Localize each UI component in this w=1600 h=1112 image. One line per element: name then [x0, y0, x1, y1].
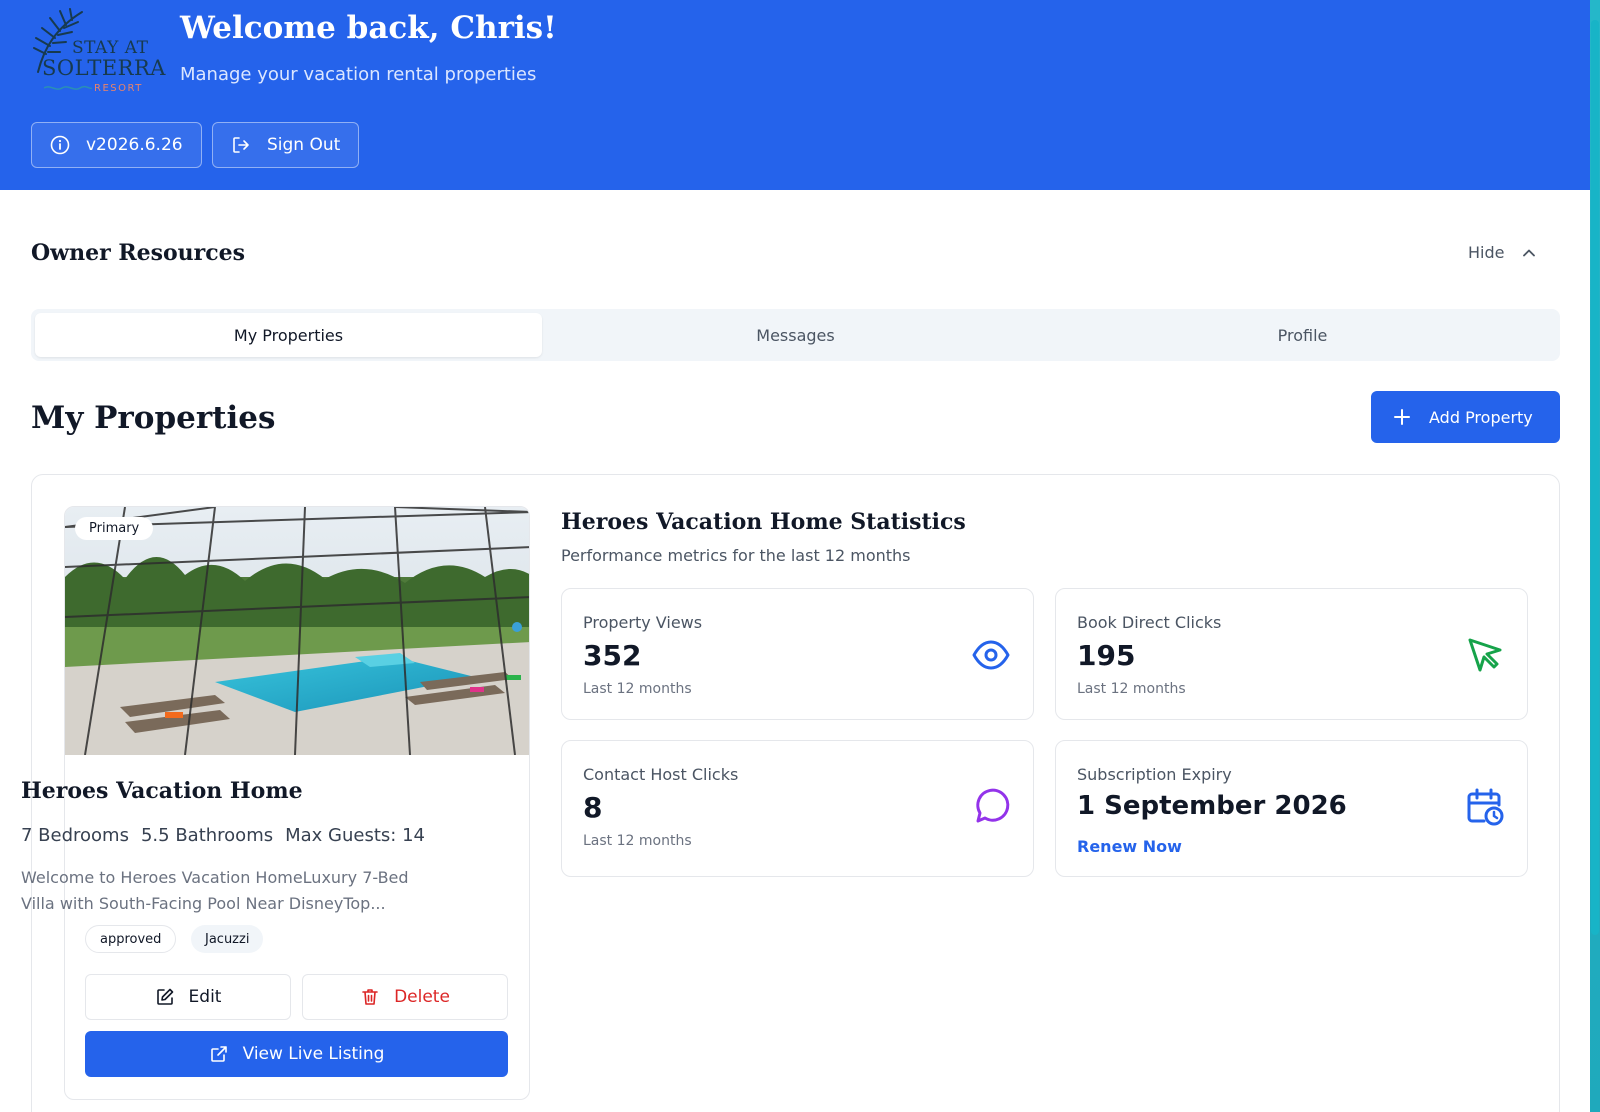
stat-label: Subscription Expiry: [1077, 765, 1232, 784]
stats-title: Heroes Vacation Home Statistics: [561, 509, 966, 535]
add-property-button[interactable]: Add Property: [1371, 391, 1560, 443]
app-header: STAY AT SOLTERRA RESORT Welcome back, Ch…: [0, 0, 1590, 190]
stat-card-book-direct-clicks: Book Direct Clicks 195 Last 12 months: [1055, 588, 1528, 720]
stat-label: Property Views: [583, 613, 703, 632]
calendar-clock-icon: [1467, 788, 1504, 826]
stat-value: 8: [583, 791, 603, 824]
delete-button[interactable]: Delete: [302, 974, 508, 1020]
stat-label: Book Direct Clicks: [1077, 613, 1222, 632]
hide-label: Hide: [1468, 243, 1505, 262]
logo-line-1: STAY AT: [72, 38, 149, 58]
trash-icon: [362, 989, 378, 1005]
edit-button[interactable]: Edit: [85, 974, 291, 1020]
welcome-heading: Welcome back, Chris!: [180, 10, 557, 46]
renew-now-link[interactable]: Renew Now: [1077, 837, 1182, 856]
plus-icon: [1394, 409, 1410, 425]
version-button[interactable]: v2026.6.26: [31, 122, 202, 168]
version-label: v2026.6.26: [86, 135, 183, 155]
resort-logo: STAY AT SOLTERRA RESORT: [30, 8, 165, 96]
tab-messages[interactable]: Messages: [542, 313, 1049, 357]
amenity-tag: Jacuzzi: [191, 925, 264, 953]
hide-button[interactable]: Hide: [1468, 243, 1536, 262]
message-icon: [976, 788, 1010, 823]
property-name: Heroes Vacation Home: [21, 778, 303, 804]
owner-resources-title: Owner Resources: [31, 240, 246, 266]
header-subtitle: Manage your vacation rental properties: [180, 64, 537, 85]
stat-value: 195: [1077, 639, 1136, 672]
property-photo[interactable]: Primary: [65, 507, 529, 755]
page-title: My Properties: [31, 400, 276, 436]
add-property-label: Add Property: [1429, 407, 1533, 427]
stat-card-property-views: Property Views 352 Last 12 months: [561, 588, 1034, 720]
edit-icon: [156, 988, 173, 1005]
logo-line-2: SOLTERRA: [42, 56, 166, 80]
info-icon: [50, 135, 70, 155]
scrollbar-track[interactable]: [1590, 0, 1600, 1112]
stat-note: Last 12 months: [583, 681, 692, 697]
property-meta: 7 Bedrooms 5.5 Bathrooms Max Guests: 14: [21, 825, 425, 846]
tab-profile[interactable]: Profile: [1049, 313, 1556, 357]
resource-tabs: My Properties Messages Profile: [31, 309, 1560, 361]
logo-line-3: RESORT: [94, 83, 143, 94]
sign-out-button[interactable]: Sign Out: [212, 122, 360, 168]
pool-photo: [65, 507, 529, 755]
edit-label: Edit: [188, 987, 222, 1007]
status-badge: approved: [85, 925, 177, 953]
chevron-up-icon: [1523, 249, 1536, 256]
sign-out-label: Sign Out: [267, 135, 341, 155]
sign-out-icon: [233, 137, 249, 153]
view-live-listing-label: View Live Listing: [242, 1044, 385, 1064]
bedrooms-count: 7 Bedrooms: [21, 825, 129, 846]
eye-icon: [972, 640, 1010, 670]
stats-subtitle: Performance metrics for the last 12 mont…: [561, 546, 911, 565]
bathrooms-count: 5.5 Bathrooms: [140, 825, 274, 846]
view-live-listing-button[interactable]: View Live Listing: [85, 1031, 508, 1077]
stat-label: Contact Host Clicks: [583, 765, 739, 784]
delete-label: Delete: [394, 987, 450, 1007]
stat-value: 352: [583, 639, 642, 672]
scrollbar-thumb[interactable]: [1591, 20, 1599, 935]
stat-note: Last 12 months: [1077, 681, 1186, 697]
cursor-icon: [1468, 638, 1502, 672]
stat-card-contact-host-clicks: Contact Host Clicks 8 Last 12 months: [561, 740, 1034, 877]
stat-card-subscription-expiry: Subscription Expiry 1 September 2026 Ren…: [1055, 740, 1528, 877]
wave-icon: [44, 85, 92, 90]
tab-my-properties[interactable]: My Properties: [35, 313, 542, 357]
primary-badge: Primary: [75, 517, 154, 540]
stat-note: Last 12 months: [583, 833, 692, 849]
external-link-icon: [210, 1046, 227, 1062]
stat-value: 1 September 2026: [1077, 791, 1347, 821]
property-description: Welcome to Heroes Vacation HomeLuxury 7-…: [21, 868, 409, 913]
max-guests: Max Guests: 14: [285, 825, 425, 846]
